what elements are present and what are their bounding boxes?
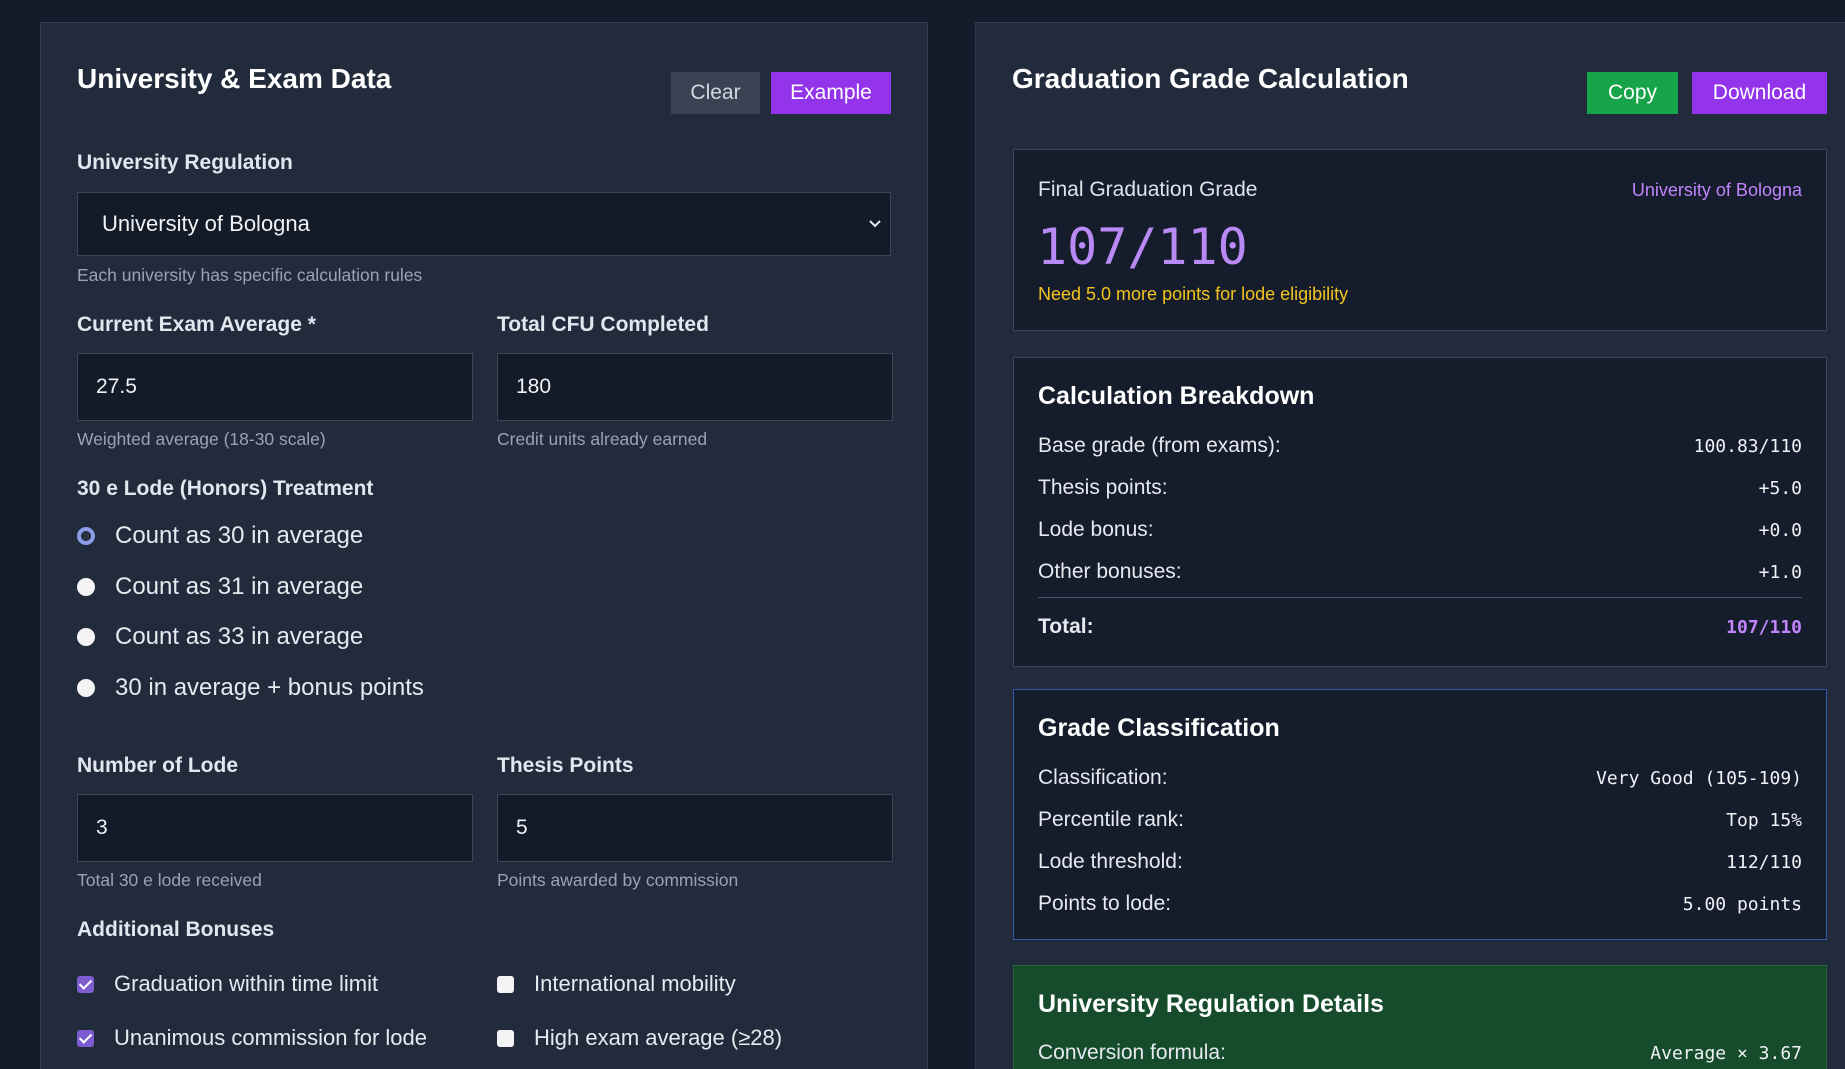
panel-title: Graduation Grade Calculation — [1012, 63, 1409, 94]
bonus-unanimous[interactable]: Unanimous commission for lode — [77, 1023, 427, 1053]
regulation-select[interactable]: University of Bologna — [77, 192, 891, 256]
bonuses-label: Additional Bonuses — [77, 918, 275, 941]
bonus-high-average[interactable]: High exam average (≥28) — [497, 1023, 782, 1053]
calculation-breakdown-card: Calculation Breakdown Base grade (from e… — [1013, 357, 1827, 667]
radio-label: Count as 30 in average — [115, 522, 364, 549]
radio-button[interactable] — [77, 527, 95, 545]
classification-row: Points to lode: 5.00 points — [1038, 889, 1802, 919]
row-value: Top 15% — [1726, 809, 1802, 831]
lode-count-hint: Total 30 e lode received — [77, 870, 262, 890]
checkbox[interactable] — [77, 975, 94, 993]
breakdown-row: Base grade (from exams): 100.83/110 — [1038, 431, 1802, 461]
checkbox[interactable] — [497, 1029, 514, 1047]
radio-label: 30 in average + bonus points — [115, 674, 424, 701]
row-value: +0.0 — [1758, 519, 1802, 541]
bonus-international[interactable]: International mobility — [497, 969, 736, 999]
breakdown-total-row: Total: 107/110 — [1038, 612, 1802, 642]
total-value: 107/110 — [1726, 616, 1802, 638]
thesis-input[interactable]: 5 — [497, 794, 893, 862]
copy-button[interactable]: Copy — [1587, 72, 1678, 114]
checkbox-label: Unanimous commission for lode — [114, 1025, 428, 1050]
checkbox[interactable] — [77, 1029, 94, 1047]
row-value: 5.00 points — [1682, 893, 1802, 915]
row-key: Base grade (from exams): — [1038, 434, 1281, 457]
cfu-label: Total CFU Completed — [497, 313, 709, 336]
regulation-selected-value: University of Bologna — [102, 211, 310, 236]
lode-treatment-label: 30 e Lode (Honors) Treatment — [77, 477, 374, 500]
breakdown-title: Calculation Breakdown — [1038, 382, 1315, 410]
breakdown-row: Other bonuses: +1.0 — [1038, 557, 1802, 587]
classification-row: Classification: Very Good (105-109) — [1038, 763, 1802, 793]
breakdown-row: Lode bonus: +0.0 — [1038, 515, 1802, 545]
radio-label: Count as 31 in average — [115, 573, 364, 600]
bonus-time-limit[interactable]: Graduation within time limit — [77, 969, 378, 999]
download-button[interactable]: Download — [1692, 72, 1827, 114]
radio-option-bonus[interactable]: 30 in average + bonus points — [77, 672, 424, 704]
row-key: Points to lode: — [1038, 892, 1172, 915]
checkbox-label: Graduation within time limit — [114, 971, 379, 996]
radio-option-33[interactable]: Count as 33 in average — [77, 621, 363, 653]
final-grade-label: Final Graduation Grade — [1038, 178, 1258, 201]
regulation-label: University Regulation — [77, 151, 293, 174]
university-exam-panel: University & Exam Data Clear Example Uni… — [40, 22, 928, 1069]
radio-option-31[interactable]: Count as 31 in average — [77, 571, 363, 603]
row-value: +5.0 — [1758, 477, 1802, 499]
row-key: Percentile rank: — [1038, 808, 1184, 831]
example-button[interactable]: Example — [771, 72, 891, 114]
total-key: Total: — [1038, 615, 1094, 638]
classification-title: Grade Classification — [1038, 714, 1280, 742]
row-value: +1.0 — [1758, 561, 1802, 583]
checkbox[interactable] — [497, 975, 514, 993]
row-key: Conversion formula: — [1038, 1041, 1226, 1064]
radio-label: Count as 33 in average — [115, 623, 364, 650]
exam-average-input[interactable]: 27.5 — [77, 353, 473, 421]
regulation-row: Conversion formula: Average × 3.67 — [1038, 1038, 1802, 1068]
regulation-hint: Each university has specific calculation… — [77, 265, 423, 285]
classification-row: Percentile rank: Top 15% — [1038, 805, 1802, 835]
row-key: Lode bonus: — [1038, 518, 1154, 541]
row-key: Classification: — [1038, 766, 1168, 789]
checkbox-label: High exam average (≥28) — [534, 1025, 783, 1050]
grade-classification-card: Grade Classification Classification: Ver… — [1013, 689, 1827, 940]
row-value: 112/110 — [1726, 851, 1802, 873]
regulation-details-card: University Regulation Details Conversion… — [1013, 965, 1827, 1069]
row-value: Average × 3.67 — [1650, 1042, 1802, 1064]
clear-button[interactable]: Clear — [671, 72, 760, 114]
cfu-hint: Credit units already earned — [497, 429, 708, 449]
final-grade-card: Final Graduation Grade University of Bol… — [1013, 149, 1827, 331]
checkbox-label: International mobility — [534, 971, 736, 996]
cfu-input[interactable]: 180 — [497, 353, 893, 421]
breakdown-row: Thesis points: +5.0 — [1038, 473, 1802, 503]
final-grade-university: University of Bologna — [1631, 180, 1802, 200]
classification-row: Lode threshold: 112/110 — [1038, 847, 1802, 877]
row-value: Very Good (105-109) — [1596, 767, 1802, 789]
divider — [1038, 597, 1802, 598]
radio-button[interactable] — [77, 679, 95, 697]
regulation-details-title: University Regulation Details — [1038, 990, 1384, 1018]
final-grade-value: 107/110 — [1037, 218, 1248, 276]
thesis-label: Thesis Points — [497, 754, 634, 777]
row-key: Lode threshold: — [1038, 850, 1183, 873]
graduation-grade-panel: Graduation Grade Calculation Copy Downlo… — [975, 22, 1845, 1069]
row-value: 100.83/110 — [1693, 435, 1802, 457]
row-key: Thesis points: — [1038, 476, 1168, 499]
lode-count-input[interactable]: 3 — [77, 794, 473, 862]
panel-title: University & Exam Data — [77, 63, 392, 94]
page: University & Exam Data Clear Example Uni… — [0, 0, 1845, 1069]
radio-button[interactable] — [77, 578, 95, 596]
lode-eligibility-note: Need 5.0 more points for lode eligibilit… — [1038, 284, 1349, 304]
exam-average-label: Current Exam Average * — [77, 313, 316, 336]
chevron-down-icon — [869, 220, 881, 228]
lode-count-label: Number of Lode — [77, 754, 238, 777]
radio-button[interactable] — [77, 628, 95, 646]
row-key: Other bonuses: — [1038, 560, 1182, 583]
thesis-hint: Points awarded by commission — [497, 870, 739, 890]
exam-average-hint: Weighted average (18-30 scale) — [77, 429, 326, 449]
radio-option-30[interactable]: Count as 30 in average — [77, 520, 363, 552]
